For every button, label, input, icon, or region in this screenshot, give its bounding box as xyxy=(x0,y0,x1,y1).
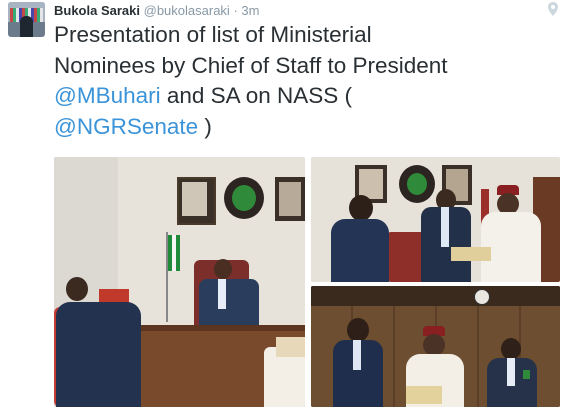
timestamp[interactable]: 3m xyxy=(241,3,259,18)
tweet-text: Presentation of list of Ministerial Nomi… xyxy=(54,20,564,142)
photo-group-standing[interactable] xyxy=(311,286,560,407)
tweet-text-segment-close: ) xyxy=(198,113,212,139)
mention-mbuhari[interactable]: @MBuhari xyxy=(54,83,161,108)
separator-dot: · xyxy=(233,3,238,18)
mention-ngrsenate[interactable]: @NGRSenate xyxy=(54,114,198,139)
photo-office-meeting[interactable] xyxy=(54,157,305,407)
tweet-text-line-4: @NGRSenate ) xyxy=(54,112,564,143)
tweet-text-line-3: @MBuhari and SA on NASS ( xyxy=(54,81,564,112)
tweet-text-line-2: Nominees by Chief of Staff to President xyxy=(54,52,448,78)
tweet: Bukola Saraki @bukolasaraki · 3m Present… xyxy=(0,0,570,407)
location-pin-icon[interactable] xyxy=(548,2,558,16)
photo-document-handover[interactable] xyxy=(311,157,560,282)
tweet-text-line-1: Presentation of list of Ministerial xyxy=(54,22,372,47)
avatar[interactable] xyxy=(8,2,45,37)
tweet-text-segment: and SA on NASS ( xyxy=(160,83,352,108)
display-name[interactable]: Bukola Saraki xyxy=(54,3,140,18)
tweet-header: Bukola Saraki @bukolasaraki · 3m xyxy=(54,3,259,19)
user-handle[interactable]: @bukolasaraki xyxy=(144,3,230,18)
